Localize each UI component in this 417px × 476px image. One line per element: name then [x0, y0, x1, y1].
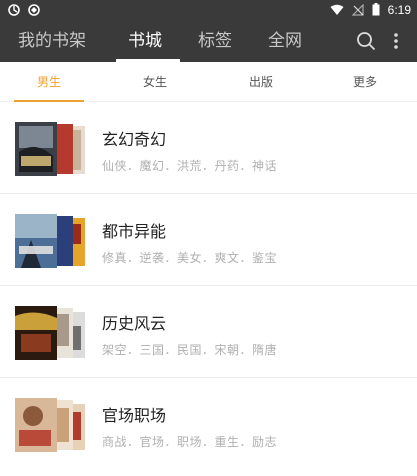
- category-cover-fantasy: [15, 122, 87, 176]
- status-right: 6:19: [330, 1, 411, 20]
- category-tags: 修真．逆袭．美女．爽文．鉴宝: [102, 251, 278, 265]
- category-item-workplace[interactable]: 官场职场 商战．官场．职场．重生．励志: [0, 378, 417, 470]
- notification-icon: [8, 1, 20, 20]
- category-title: 玄幻奇幻: [102, 130, 167, 149]
- wifi-icon: [330, 1, 344, 20]
- top-nav: 我的书架 书城 标签 全网: [0, 20, 417, 62]
- sub-tab-more[interactable]: 更多: [340, 62, 390, 102]
- tab-tags[interactable]: 标签: [198, 20, 232, 62]
- status-time: 6:19: [387, 3, 411, 17]
- category-cover-urban: [15, 214, 87, 268]
- category-title: 官场职场: [102, 406, 167, 425]
- signal-off-icon: [351, 1, 364, 20]
- more-menu-icon[interactable]: [393, 20, 399, 62]
- sync-icon: [28, 1, 40, 20]
- category-tags: 架空．三国．民国．宋朝．隋唐: [102, 343, 278, 357]
- category-item-history[interactable]: 历史风云 架空．三国．民国．宋朝．隋唐: [0, 286, 417, 378]
- sub-tab-female[interactable]: 女生: [130, 62, 180, 102]
- tab-bookshelf[interactable]: 我的书架: [18, 20, 86, 62]
- status-left: [8, 1, 40, 20]
- sub-tabs: 男生 女生 出版 更多: [0, 62, 417, 102]
- category-title: 都市异能: [102, 222, 167, 241]
- category-tags: 仙侠．魔幻．洪荒．丹药．神话: [102, 159, 278, 173]
- sub-tab-publish[interactable]: 出版: [236, 62, 286, 102]
- category-cover-history: [15, 306, 87, 360]
- tab-bookstore[interactable]: 书城: [128, 20, 162, 62]
- search-icon[interactable]: [356, 20, 376, 62]
- tab-all-web[interactable]: 全网: [268, 20, 302, 62]
- category-cover-workplace: [15, 398, 87, 452]
- sub-tab-male[interactable]: 男生: [24, 62, 74, 102]
- category-item-fantasy[interactable]: 玄幻奇幻 仙侠．魔幻．洪荒．丹药．神话: [0, 102, 417, 194]
- category-title: 历史风云: [102, 314, 167, 333]
- battery-icon: [372, 1, 380, 20]
- category-tags: 商战．官场．职场．重生．励志: [102, 435, 278, 449]
- category-list: 玄幻奇幻 仙侠．魔幻．洪荒．丹药．神话 都市异能 修真．逆袭．美女．爽文．鉴宝: [0, 102, 417, 470]
- category-item-urban[interactable]: 都市异能 修真．逆袭．美女．爽文．鉴宝: [0, 194, 417, 286]
- status-bar: 6:19: [0, 0, 417, 20]
